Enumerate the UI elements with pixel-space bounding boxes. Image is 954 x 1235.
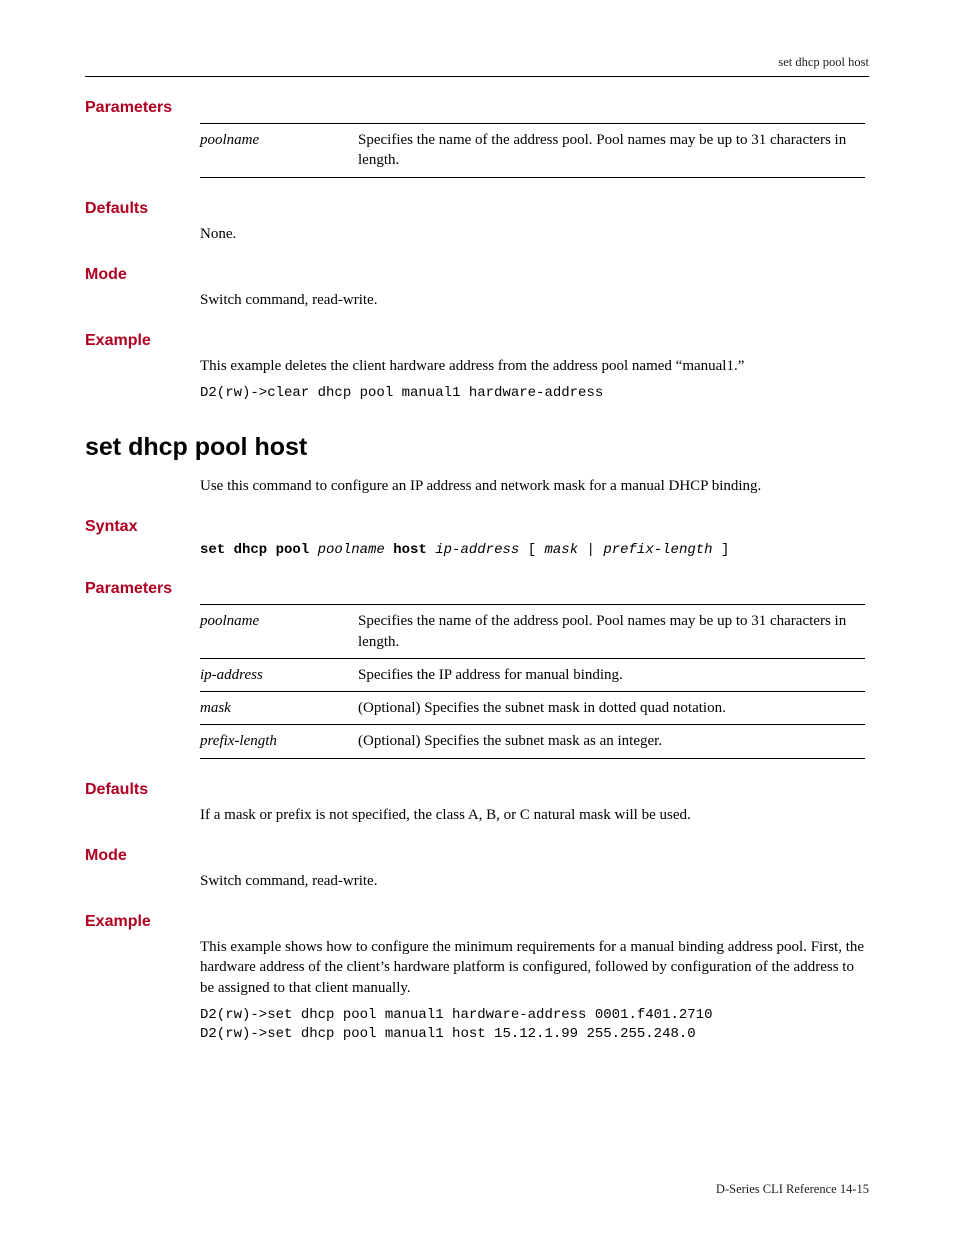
param-term: poolname (200, 605, 358, 659)
param-desc: (Optional) Specifies the subnet mask in … (358, 692, 865, 725)
example-heading-2: Example (85, 913, 869, 931)
table-row: prefix-length (Optional) Specifies the s… (200, 725, 865, 758)
defaults-text-2: If a mask or prefix is not specified, th… (200, 805, 869, 825)
param-term: prefix-length (200, 725, 358, 758)
page: set dhcp pool host Parameters poolname S… (0, 0, 954, 1235)
parameters-table-1: poolname Specifies the name of the addre… (200, 123, 865, 178)
syntax-line: set dhcp pool poolname host ip-address [… (200, 542, 869, 558)
parameters-table-2: poolname Specifies the name of the addre… (200, 604, 865, 758)
command-intro: Use this command to configure an IP addr… (200, 476, 869, 496)
syntax-arg: mask (545, 542, 579, 558)
mode-text-2: Switch command, read-write. (200, 871, 869, 891)
command-title: set dhcp pool host (85, 433, 869, 462)
mode-text-1: Switch command, read-write. (200, 290, 869, 310)
example-code-1: D2(rw)->clear dhcp pool manual1 hardware… (200, 384, 869, 403)
syntax-arg: poolname (318, 542, 385, 558)
mode-heading-1: Mode (85, 266, 869, 284)
syntax-keyword: set dhcp pool (200, 542, 309, 558)
table-row: mask (Optional) Specifies the subnet mas… (200, 692, 865, 725)
mode-heading-2: Mode (85, 847, 869, 865)
syntax-bracket: ] (721, 542, 729, 558)
syntax-bracket: [ (528, 542, 536, 558)
running-header: set dhcp pool host (85, 55, 869, 77)
param-term: ip-address (200, 658, 358, 691)
syntax-arg: prefix-length (603, 542, 712, 558)
param-desc: Specifies the name of the address pool. … (358, 605, 865, 659)
syntax-arg: ip-address (435, 542, 519, 558)
syntax-sep: | (587, 542, 604, 558)
param-term: mask (200, 692, 358, 725)
example-text-2: This example shows how to configure the … (200, 937, 869, 998)
example-text-1: This example deletes the client hardware… (200, 356, 869, 376)
table-row: poolname Specifies the name of the addre… (200, 605, 865, 659)
parameters-heading-2: Parameters (85, 580, 869, 598)
syntax-heading: Syntax (85, 518, 869, 536)
defaults-heading-1: Defaults (85, 200, 869, 218)
table-row: ip-address Specifies the IP address for … (200, 658, 865, 691)
table-row: poolname Specifies the name of the addre… (200, 124, 865, 178)
param-desc: (Optional) Specifies the subnet mask as … (358, 725, 865, 758)
parameters-heading-1: Parameters (85, 99, 869, 117)
example-code-2: D2(rw)->set dhcp pool manual1 hardware-a… (200, 1006, 869, 1044)
example-heading-1: Example (85, 332, 869, 350)
page-footer: D-Series CLI Reference 14-15 (716, 1182, 869, 1197)
defaults-text-1: None. (200, 224, 869, 244)
param-term: poolname (200, 124, 358, 178)
defaults-heading-2: Defaults (85, 781, 869, 799)
syntax-keyword: host (393, 542, 427, 558)
param-desc: Specifies the IP address for manual bind… (358, 658, 865, 691)
param-desc: Specifies the name of the address pool. … (358, 124, 865, 178)
